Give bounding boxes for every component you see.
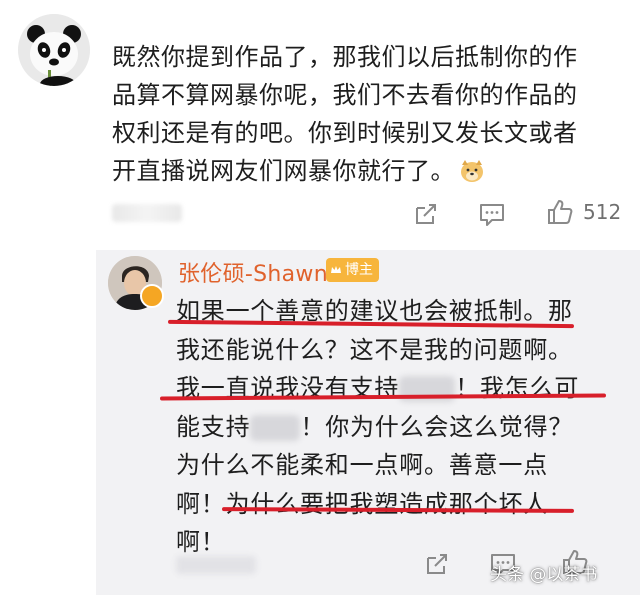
doge-emoji-icon — [459, 156, 485, 182]
comment-line: 品算不算网暴你呢，我们不去看你的作品的 — [112, 81, 578, 109]
comment-icon — [480, 204, 504, 226]
like-count: 512 — [583, 200, 622, 224]
comment-like-button[interactable]: 512 — [545, 197, 621, 227]
blogger-badge-icon — [331, 266, 341, 273]
blogger-badge-label: 博主 — [345, 262, 373, 278]
reply-line-4: 能支持 ！你为什么会这么觉得？ — [176, 408, 626, 447]
reply-meta-blurred — [176, 556, 256, 574]
comment-line: 权利还是有的吧。你到时候别又发长文或者 — [112, 119, 578, 147]
share-icon — [427, 554, 447, 574]
comment-line: 既然你提到作品了，那我们以后抵制你的作 — [112, 43, 578, 71]
comment-reply-button[interactable] — [477, 199, 507, 233]
reply-line-3: 我一直说我没有支持 ！我怎么可 — [176, 369, 626, 408]
comment-text: 既然你提到作品了，那我们以后抵制你的作 品算不算网暴你呢，我们不去看你的作品的 … — [112, 38, 622, 190]
reply-text: 如果一个善意的建议也会被抵制。那 我还能说什么？这不是我的问题啊。 我一直说我没… — [176, 292, 626, 562]
like-icon — [548, 200, 573, 224]
blogger-badge: 博主 — [326, 258, 379, 282]
reply-line: 我还能说什么？这不是我的问题啊。 — [176, 335, 573, 364]
panda-avatar-icon — [18, 14, 90, 86]
reply-line: 啊！为什么要把我塑造成那个坏人 — [176, 489, 548, 518]
reply-line: 能支持 — [176, 412, 251, 441]
verified-badge-icon — [140, 284, 164, 308]
author-name[interactable]: 张伦硕-Shawn — [178, 256, 328, 288]
redacted-text — [250, 414, 301, 441]
comment-meta-blurred — [112, 204, 182, 222]
comment-share-button[interactable] — [411, 199, 441, 233]
comment-line: 开直播说网友们网暴你就行了。 — [112, 157, 455, 185]
user-avatar[interactable] — [18, 14, 90, 86]
watermark: 头条 @以茶书 — [490, 565, 598, 585]
reply-line: 为什么不能柔和一点啊。善意一点 — [176, 451, 548, 479]
reply-share-button[interactable] — [422, 549, 452, 583]
share-icon — [416, 204, 436, 224]
comment-line-last: 开直播说网友们网暴你就行了。 — [112, 152, 622, 190]
reply-line: ！你为什么会这么觉得？ — [300, 412, 574, 441]
